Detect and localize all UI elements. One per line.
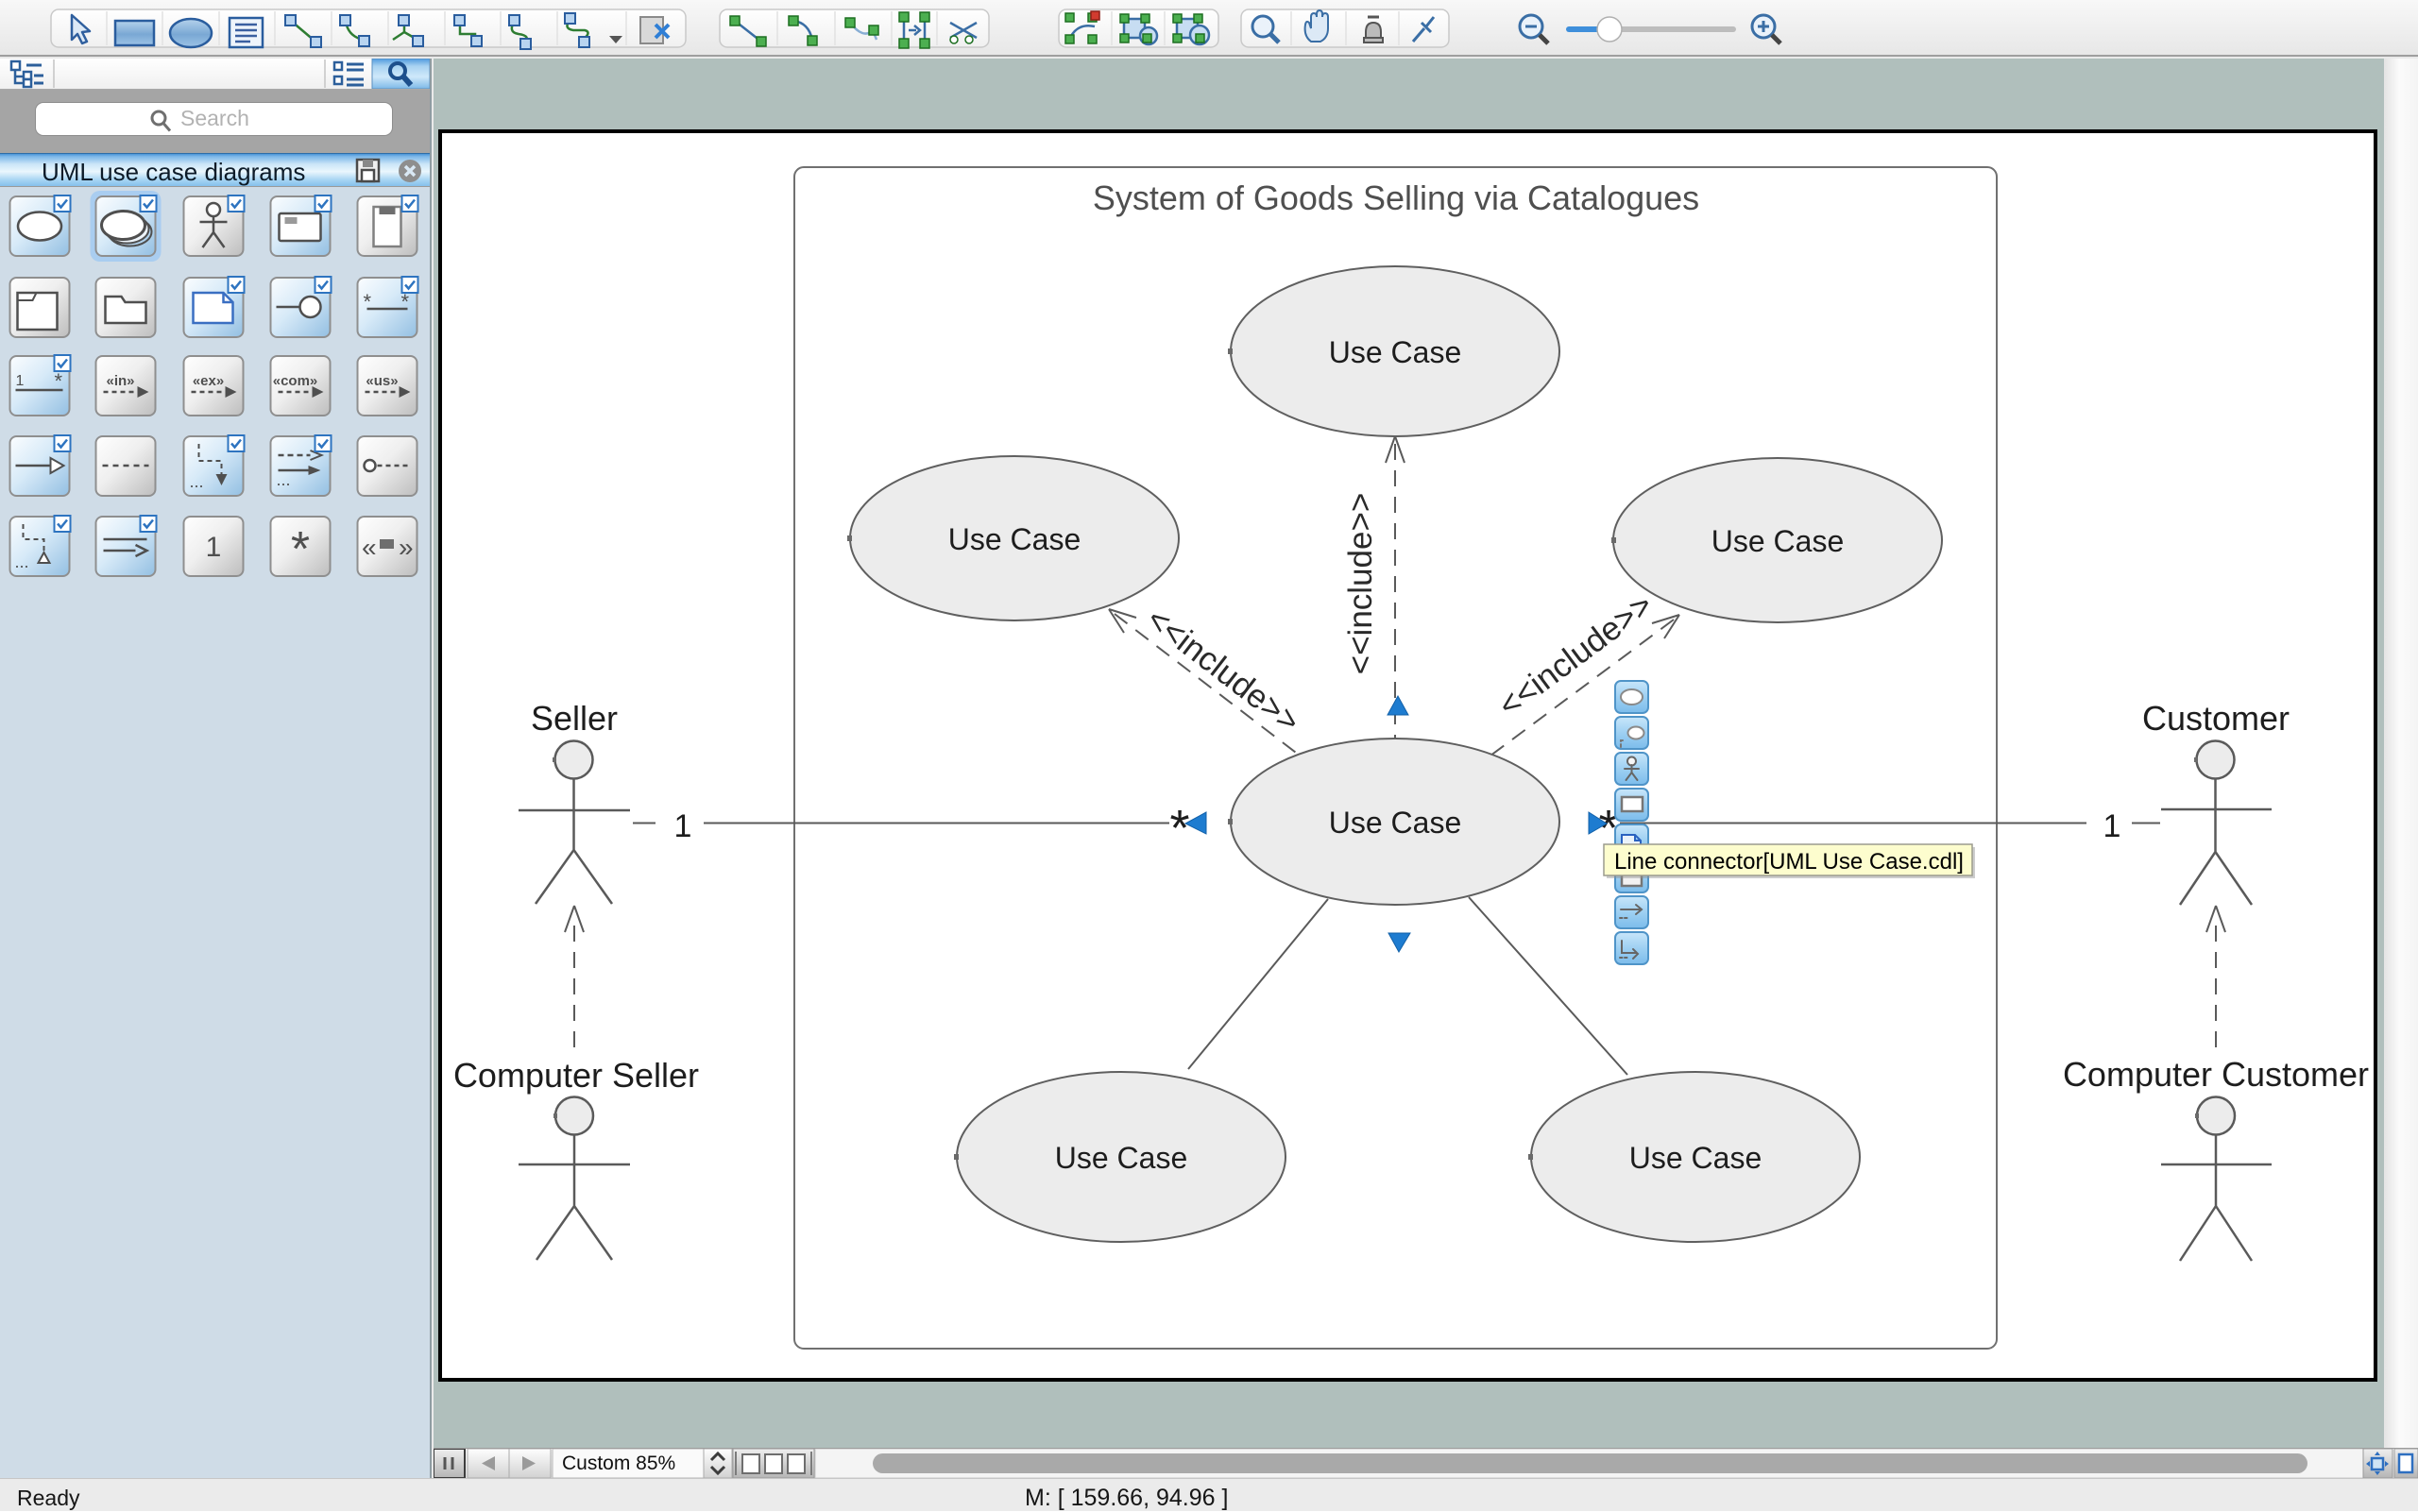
svg-text:Use Case: Use Case bbox=[948, 522, 1081, 556]
svg-text:Custom 85%: Custom 85% bbox=[562, 1453, 675, 1474]
svg-text:*: * bbox=[291, 522, 310, 577]
svg-text:...: ... bbox=[277, 470, 291, 489]
svg-text:«: « bbox=[362, 533, 377, 562]
svg-text:*: * bbox=[55, 369, 63, 393]
svg-text:1: 1 bbox=[674, 808, 692, 844]
svg-text:Use Case: Use Case bbox=[1711, 524, 1845, 558]
svg-text:*: * bbox=[364, 290, 372, 314]
svg-text:...: ... bbox=[15, 552, 29, 571]
svg-text:Computer Customer: Computer Customer bbox=[2063, 1055, 2369, 1094]
svg-text:1: 1 bbox=[206, 532, 222, 563]
svg-text:*: * bbox=[1169, 800, 1189, 857]
svg-text:Customer: Customer bbox=[2142, 699, 2290, 738]
svg-text:Computer Seller: Computer Seller bbox=[453, 1056, 699, 1095]
svg-text:Use Case: Use Case bbox=[1629, 1141, 1762, 1175]
svg-text:Use Case: Use Case bbox=[1055, 1141, 1188, 1175]
svg-text:<<include>>: <<include>> bbox=[1342, 493, 1379, 675]
svg-text:Use Case: Use Case bbox=[1329, 335, 1462, 369]
svg-text:«ex»: «ex» bbox=[193, 373, 224, 389]
svg-text:Seller: Seller bbox=[531, 699, 618, 738]
svg-text:...: ... bbox=[190, 472, 204, 491]
svg-text:1: 1 bbox=[16, 373, 25, 389]
svg-text:Search: Search bbox=[180, 106, 249, 130]
svg-text:«com»: «com» bbox=[273, 373, 318, 389]
svg-text:System of Goods Selling via Ca: System of Goods Selling via Catalogues bbox=[1093, 178, 1699, 217]
svg-text:«us»: «us» bbox=[366, 373, 398, 389]
svg-text:1: 1 bbox=[2103, 808, 2121, 844]
svg-text:Line connector[UML Use Case.cd: Line connector[UML Use Case.cdl] bbox=[1614, 849, 1964, 875]
svg-text:«in»: «in» bbox=[106, 373, 134, 389]
svg-text:Use Case: Use Case bbox=[1329, 806, 1462, 840]
svg-text:»: » bbox=[399, 533, 414, 562]
